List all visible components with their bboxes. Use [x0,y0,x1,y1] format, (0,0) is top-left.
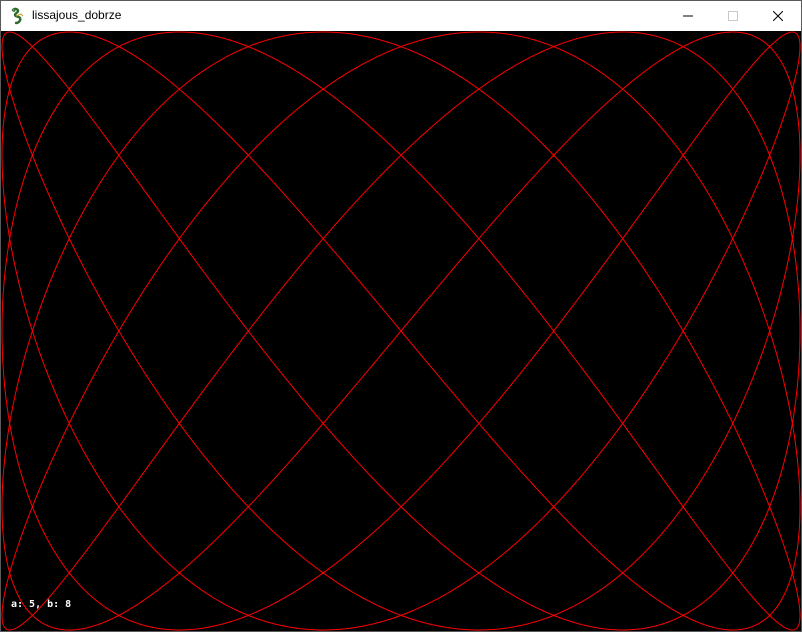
minimize-button[interactable] [665,1,711,31]
close-button[interactable] [755,1,801,31]
app-window: lissajous_dobrze a: 5, b: 8 [0,0,802,632]
maximize-icon [728,11,738,21]
maximize-button[interactable] [710,1,756,31]
title-bar[interactable]: lissajous_dobrze [1,1,801,31]
minimize-icon [683,15,693,17]
lissajous-curve [1,31,801,631]
drawing-canvas: a: 5, b: 8 [1,31,801,631]
close-icon [773,11,783,21]
params-label: a: 5, b: 8 [11,599,72,610]
window-title: lissajous_dobrze [32,8,122,22]
python-icon [9,7,27,25]
lissajous-plot [1,31,801,631]
